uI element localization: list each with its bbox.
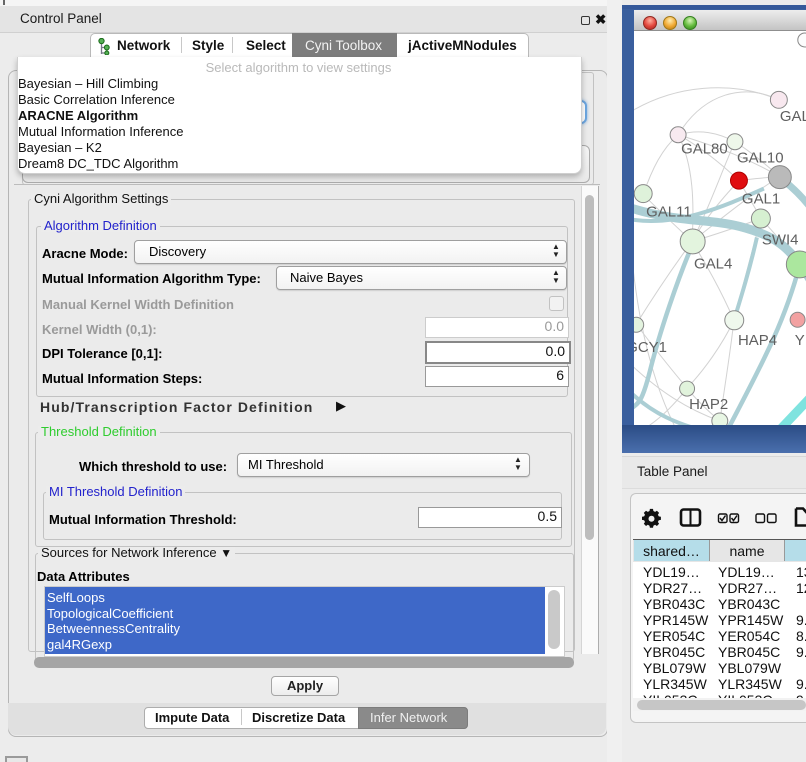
svg-text:HAP2: HAP2 [689, 396, 728, 413]
svg-text:GAL10: GAL10 [737, 150, 784, 167]
svg-text:SWI4: SWI4 [762, 231, 799, 248]
svg-text:GAL4: GAL4 [694, 255, 732, 272]
svg-text:GCY1: GCY1 [634, 339, 667, 356]
svg-text:HAP4: HAP4 [738, 332, 777, 349]
svg-text:GAL80: GAL80 [681, 141, 728, 158]
svg-text:GAL1: GAL1 [742, 191, 780, 208]
svg-text:GAL11: GAL11 [646, 204, 691, 221]
svg-text:Y: Y [795, 332, 805, 349]
svg-text:GAL: GAL [780, 108, 806, 125]
